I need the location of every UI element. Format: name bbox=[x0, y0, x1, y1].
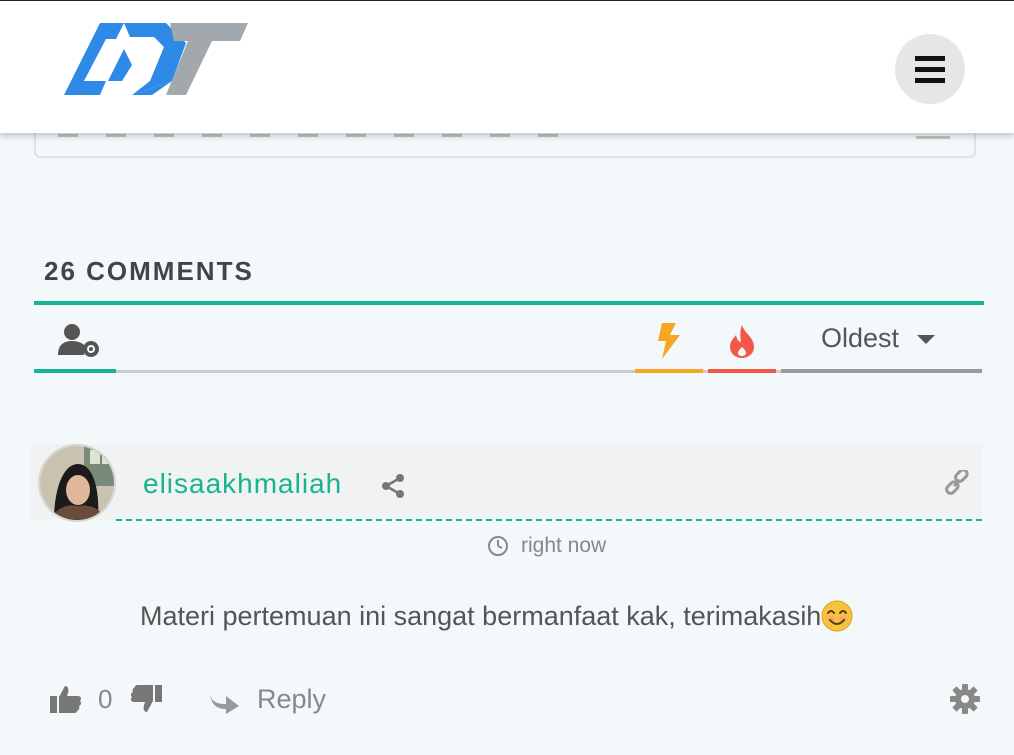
sort-dropdown[interactable]: Oldest bbox=[821, 323, 936, 354]
clock-icon bbox=[488, 536, 508, 556]
filter-underline-sort bbox=[781, 369, 982, 373]
comment-filter-bar: Oldest bbox=[34, 315, 984, 375]
comment-actions: 0 Reply bbox=[50, 682, 982, 722]
hamburger-menu-icon bbox=[915, 56, 945, 61]
filter-underline-newest bbox=[635, 369, 703, 373]
avatar[interactable] bbox=[38, 444, 116, 522]
thumbs-up-icon[interactable] bbox=[50, 684, 82, 714]
share-icon[interactable] bbox=[381, 473, 405, 499]
comment-author[interactable]: elisaakhmaliah bbox=[143, 468, 342, 500]
comment-header-divider bbox=[116, 519, 982, 521]
filter-underline-hot bbox=[708, 369, 776, 373]
lightning-bolt-icon[interactable] bbox=[656, 323, 682, 359]
hamburger-bar bbox=[915, 78, 945, 83]
reply-icon[interactable] bbox=[208, 688, 240, 714]
comments-divider bbox=[34, 301, 984, 305]
site-header bbox=[0, 0, 1014, 133]
smiling-face-emoji bbox=[821, 600, 853, 632]
user-settings-icon[interactable] bbox=[58, 323, 100, 357]
chevron-down-icon bbox=[917, 335, 936, 345]
comment-time-text: right now bbox=[521, 534, 607, 557]
link-icon[interactable] bbox=[944, 470, 970, 496]
comments-count: 26 COMMENTS bbox=[44, 256, 254, 286]
comment-body-text: Materi pertemuan ini sangat bermanfaat k… bbox=[140, 601, 822, 631]
avatar-image bbox=[40, 446, 114, 520]
sort-label: Oldest bbox=[821, 323, 900, 353]
page: 26 COMMENTS Oldest elisaakhmaliah right … bbox=[0, 0, 1014, 755]
menu-button[interactable] bbox=[895, 34, 965, 104]
comment-time: right now bbox=[487, 534, 606, 558]
thumbs-down-icon[interactable] bbox=[130, 684, 162, 714]
hamburger-bar bbox=[915, 67, 945, 72]
vote-count: 0 bbox=[98, 684, 113, 714]
gear-icon[interactable] bbox=[950, 684, 980, 714]
site-logo[interactable] bbox=[62, 19, 248, 97]
reply-button[interactable]: Reply bbox=[257, 684, 326, 715]
filter-underline-user bbox=[34, 369, 116, 373]
fire-icon[interactable] bbox=[728, 323, 756, 359]
comment-body: Materi pertemuan ini sangat bermanfaat k… bbox=[140, 600, 853, 632]
